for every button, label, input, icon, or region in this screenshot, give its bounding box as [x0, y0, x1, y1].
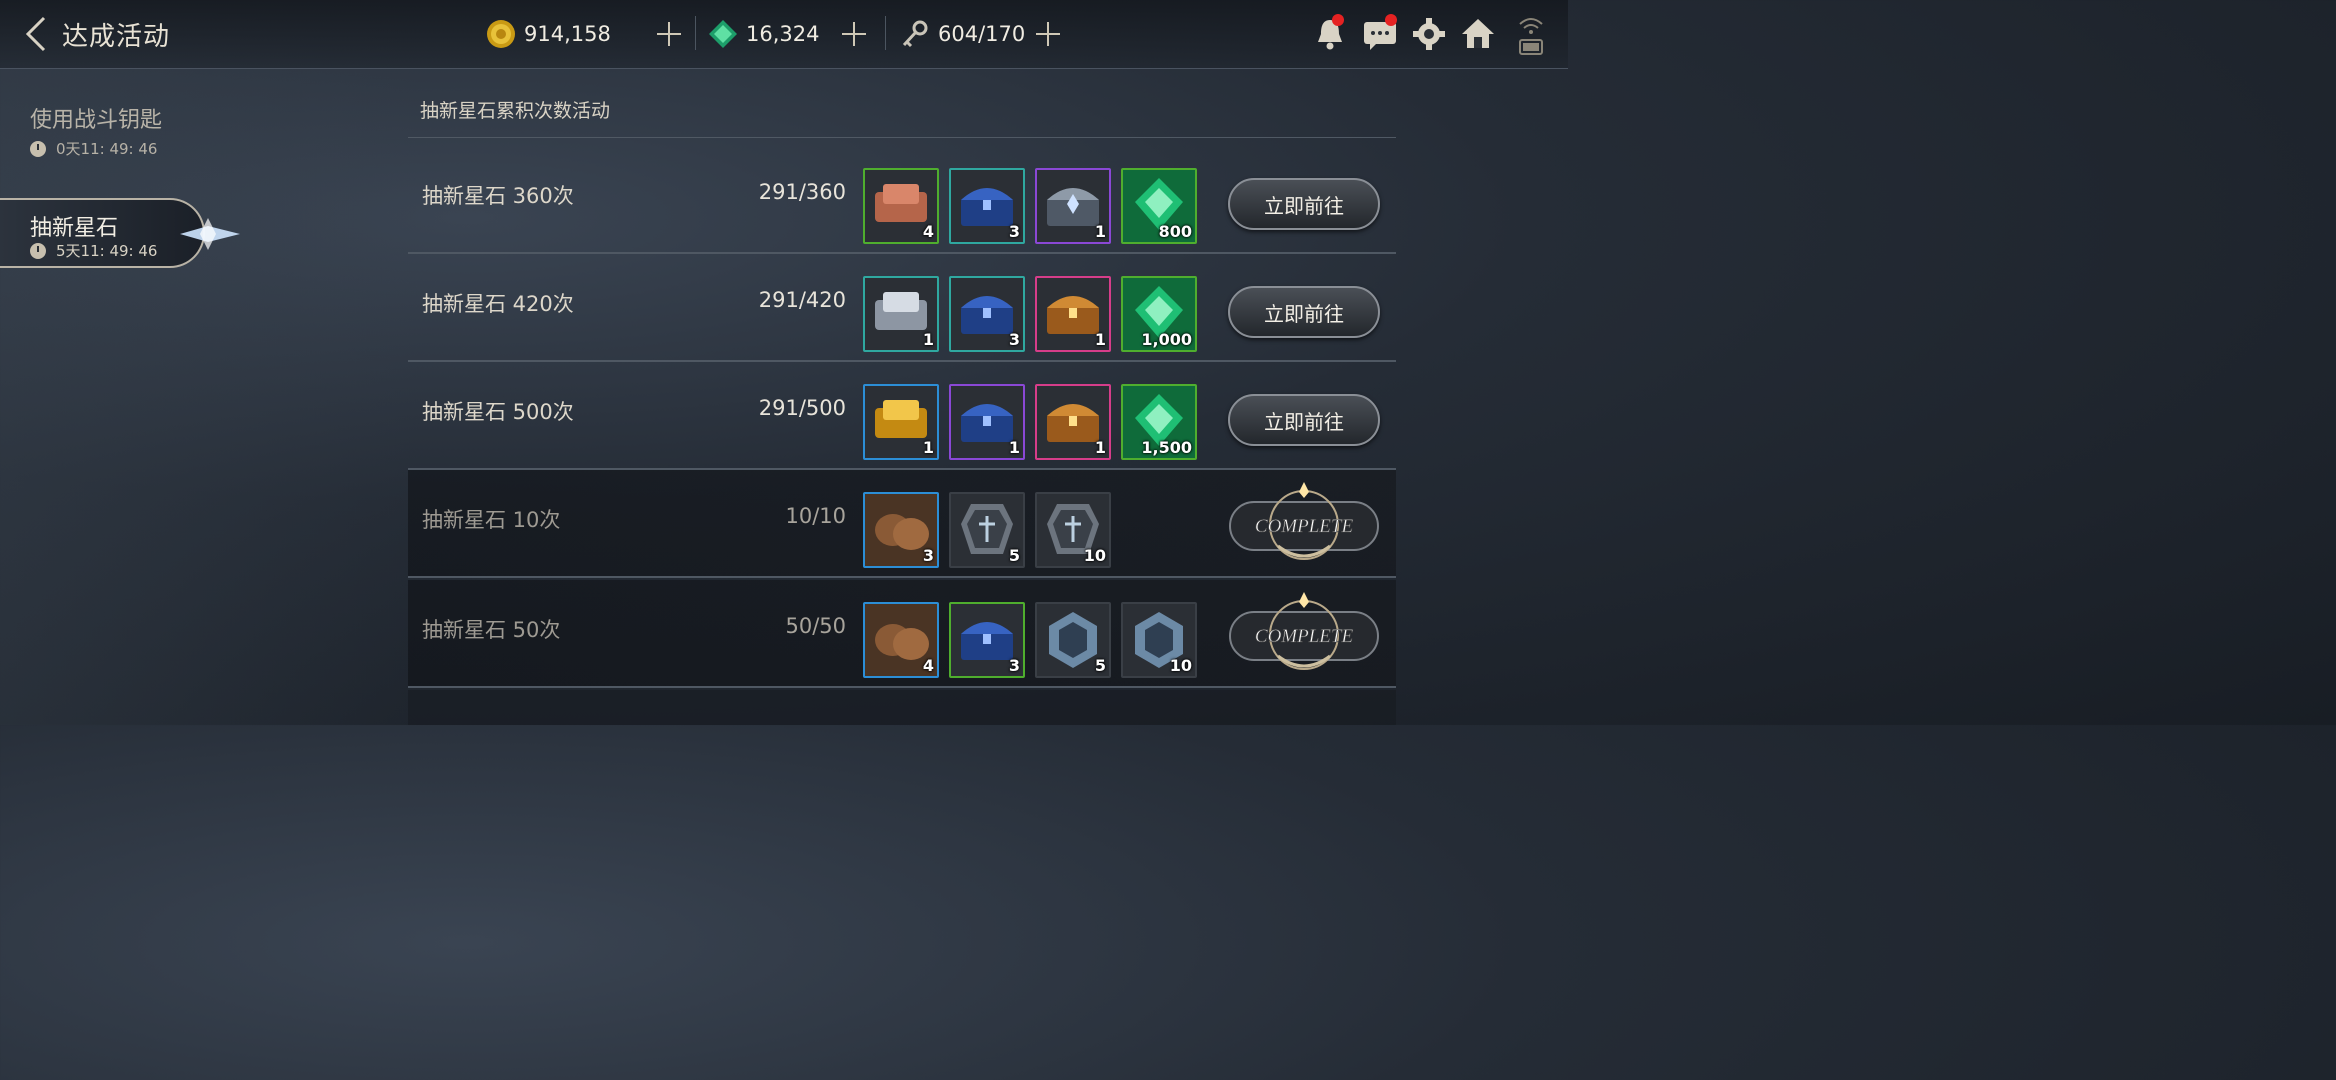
add-gold-button[interactable] — [655, 20, 683, 48]
mission-row: 抽新星石 10次 10/10 3 5 10 COMPLETE — [408, 470, 1396, 578]
reward-count: 1,000 — [1141, 330, 1192, 349]
gold-counter: 914,158 — [486, 18, 611, 50]
reward-count: 1,500 — [1141, 438, 1192, 457]
panel-title: 抽新星石累积次数活动 — [420, 100, 611, 122]
go-now-button[interactable]: 立即前往 — [1228, 394, 1380, 446]
gold-value: 914,158 — [524, 22, 611, 46]
gold-coin-icon — [487, 20, 515, 48]
green-gem-icon — [709, 20, 737, 48]
reward-count: 800 — [1158, 222, 1192, 241]
mission-progress: 291/500 — [758, 396, 846, 420]
sidebar-item-battle-key[interactable]: 使用战斗钥匙 0天11: 49: 46 — [30, 102, 162, 159]
reward-item[interactable]: 1 — [1035, 168, 1111, 244]
reward-item[interactable]: 3 — [949, 602, 1025, 678]
divider — [885, 16, 886, 50]
reward-count: 1 — [1094, 330, 1106, 349]
reward-count: 1 — [1094, 438, 1106, 457]
reward-item[interactable]: 10 — [1121, 602, 1197, 678]
reward-item[interactable]: 1,500 — [1121, 384, 1197, 460]
complete-badge-text: COMPLETE — [1255, 626, 1354, 647]
sidebar-item-timer: 0天11: 49: 46 — [30, 138, 162, 159]
wifi-battery-icon — [1519, 18, 1543, 55]
divider — [408, 137, 1396, 138]
sidebar-item-star-stone[interactable]: 抽新星石 5天11: 49: 46 — [0, 198, 205, 268]
mission-progress: 291/420 — [758, 288, 846, 312]
complete-badge-text: COMPLETE — [1255, 516, 1354, 537]
key-icon — [902, 20, 928, 48]
go-now-button[interactable]: 立即前往 — [1228, 178, 1380, 230]
timer-text: 0天11: 49: 46 — [56, 140, 158, 158]
go-now-button[interactable]: 立即前往 — [1228, 286, 1380, 338]
reward-item[interactable]: 1 — [1035, 384, 1111, 460]
reward-count: 5 — [1094, 656, 1106, 675]
home-icon[interactable] — [1460, 16, 1496, 52]
add-gems-button[interactable] — [840, 20, 868, 48]
notification-dot — [1332, 14, 1344, 26]
reward-count: 4 — [922, 222, 934, 241]
reward-item[interactable]: 800 — [1121, 168, 1197, 244]
mission-row: 抽新星石 50次 50/50 4 3 5 10 COMPLETE — [408, 580, 1396, 688]
mission-row: 抽新星石 360次 291/360 4 3 1 800 立即前往 — [408, 146, 1396, 254]
add-keys-button[interactable] — [1034, 20, 1062, 48]
reward-count: 3 — [1008, 656, 1020, 675]
list-bottom-edge — [408, 690, 1396, 725]
sidebar-item-label: 抽新星石 — [30, 216, 119, 241]
reward-count: 1 — [922, 330, 934, 349]
clock-icon — [30, 140, 46, 157]
mission-row: 抽新星石 500次 291/500 1 1 1 1,500 立即前往 — [408, 362, 1396, 470]
reward-count: 1 — [1008, 438, 1020, 457]
reward-count: 10 — [1083, 546, 1106, 565]
mission-progress: 10/10 — [785, 504, 846, 528]
reward-count: 1 — [1094, 222, 1106, 241]
reward-count: 3 — [1008, 222, 1020, 241]
reward-count: 4 — [922, 656, 934, 675]
mission-label: 抽新星石 420次 — [422, 292, 574, 316]
reward-item[interactable]: 3 — [949, 276, 1025, 352]
reward-item[interactable]: 10 — [1035, 492, 1111, 568]
reward-item[interactable]: 5 — [949, 492, 1025, 568]
gear-icon[interactable] — [1411, 16, 1447, 52]
reward-count: 3 — [1008, 330, 1020, 349]
reward-count: 1 — [922, 438, 934, 457]
reward-count: 3 — [922, 546, 934, 565]
divider — [695, 16, 696, 50]
notification-dot — [1385, 14, 1397, 26]
reward-item[interactable]: 3 — [949, 168, 1025, 244]
clock-icon — [30, 242, 46, 259]
reward-item[interactable]: 1,000 — [1121, 276, 1197, 352]
key-counter: 604/170 — [900, 18, 1025, 50]
mission-label: 抽新星石 360次 — [422, 184, 574, 208]
selection-spark-icon — [180, 218, 240, 250]
sidebar-item-label: 使用战斗钥匙 — [30, 108, 163, 133]
reward-item[interactable]: 4 — [863, 602, 939, 678]
timer-text: 5天11: 49: 46 — [56, 242, 158, 260]
key-value: 604/170 — [938, 22, 1026, 46]
reward-item[interactable]: 5 — [1035, 602, 1111, 678]
reward-item[interactable]: 3 — [863, 492, 939, 568]
complete-badge: COMPLETE — [1229, 482, 1379, 560]
reward-count: 10 — [1169, 656, 1192, 675]
mission-row: 抽新星石 420次 291/420 1 3 1 1,000 立即前往 — [408, 254, 1396, 362]
mission-label: 抽新星石 50次 — [422, 618, 561, 642]
gem-value: 16,324 — [746, 22, 820, 46]
mission-label: 抽新星石 500次 — [422, 400, 574, 424]
top-bar: 达成活动 914,158 16,324 604/170 — [0, 0, 1568, 69]
sidebar-item-timer: 5天11: 49: 46 — [30, 240, 157, 261]
reward-item[interactable]: 1 — [863, 384, 939, 460]
reward-item[interactable]: 1 — [1035, 276, 1111, 352]
mission-progress: 291/360 — [758, 180, 846, 204]
gem-counter: 16,324 — [708, 18, 819, 50]
page-title: 达成活动 — [62, 22, 171, 52]
mission-label: 抽新星石 10次 — [422, 508, 561, 532]
reward-count: 5 — [1008, 546, 1020, 565]
back-arrow-icon[interactable] — [22, 14, 52, 54]
reward-item[interactable]: 1 — [949, 384, 1025, 460]
mission-progress: 50/50 — [785, 614, 846, 638]
reward-item[interactable]: 4 — [863, 168, 939, 244]
complete-badge: COMPLETE — [1229, 592, 1379, 670]
reward-item[interactable]: 1 — [863, 276, 939, 352]
